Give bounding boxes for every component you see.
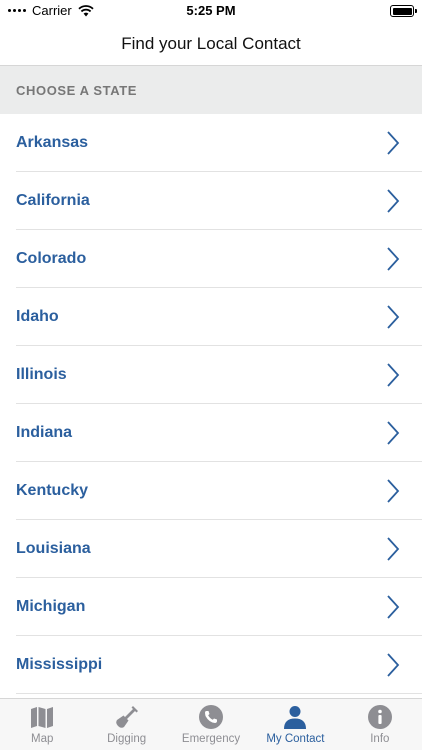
- state-row-idaho[interactable]: Idaho: [0, 288, 422, 346]
- state-row-michigan[interactable]: Michigan: [0, 578, 422, 636]
- chevron-right-icon: [387, 305, 400, 329]
- state-label: Kentucky: [16, 482, 89, 499]
- info-icon: [367, 705, 392, 729]
- state-list[interactable]: Arkansas California Colorado Idaho Illin…: [0, 114, 422, 698]
- state-row-kentucky[interactable]: Kentucky: [0, 462, 422, 520]
- state-label: California: [16, 192, 90, 209]
- state-label: Illinois: [16, 366, 67, 383]
- tab-map[interactable]: Map: [0, 699, 84, 750]
- state-label: Louisiana: [16, 540, 91, 557]
- map-icon: [31, 707, 54, 728]
- chevron-right-icon: [387, 537, 400, 561]
- tab-digging[interactable]: Digging: [84, 699, 168, 750]
- state-label: Michigan: [16, 598, 86, 615]
- tab-emergency[interactable]: Emergency: [169, 699, 253, 750]
- phone-icon: [199, 705, 224, 729]
- state-label: Arkansas: [16, 134, 89, 151]
- state-row-illinois[interactable]: Illinois: [0, 346, 422, 404]
- status-time: 5:25 PM: [186, 3, 236, 18]
- tab-label: Info: [370, 733, 390, 745]
- shovel-icon: [115, 706, 138, 728]
- state-row-colorado[interactable]: Colorado: [0, 230, 422, 288]
- chevron-right-icon: [387, 189, 400, 213]
- battery-icon: [390, 5, 417, 17]
- tab-bar: Map Digging Emergency My Contact Info: [0, 698, 422, 750]
- state-row-louisiana[interactable]: Louisiana: [0, 520, 422, 578]
- state-label: Mississippi: [16, 656, 103, 673]
- chevron-right-icon: [387, 247, 400, 271]
- tab-label: My Contact: [266, 733, 325, 745]
- status-bar: Carrier 5:25 PM: [0, 0, 422, 22]
- section-header: CHOOSE A STATE: [0, 66, 422, 114]
- tab-label: Map: [31, 733, 54, 745]
- state-label: Colorado: [16, 250, 87, 267]
- tab-my-contact[interactable]: My Contact: [253, 699, 337, 750]
- state-label: Indiana: [16, 424, 73, 441]
- tab-label: Emergency: [181, 733, 241, 745]
- chevron-right-icon: [387, 131, 400, 155]
- chevron-right-icon: [387, 595, 400, 619]
- tab-label: Digging: [107, 733, 147, 745]
- battery-level: [392, 7, 412, 15]
- chevron-right-icon: [387, 421, 400, 445]
- person-icon: [284, 706, 307, 729]
- section-header-label: CHOOSE A STATE: [16, 82, 138, 98]
- state-row-mississippi[interactable]: Mississippi: [0, 636, 422, 694]
- page-title: Find your Local Contact: [121, 33, 301, 53]
- state-label: Idaho: [16, 308, 59, 325]
- chevron-right-icon: [387, 653, 400, 677]
- navigation-bar: Find your Local Contact: [0, 22, 422, 66]
- state-row-california[interactable]: California: [0, 172, 422, 230]
- chevron-right-icon: [387, 479, 400, 503]
- state-row-arkansas[interactable]: Arkansas: [0, 114, 422, 172]
- chevron-right-icon: [387, 363, 400, 387]
- tab-info[interactable]: Info: [338, 699, 422, 750]
- state-row-indiana[interactable]: Indiana: [0, 404, 422, 462]
